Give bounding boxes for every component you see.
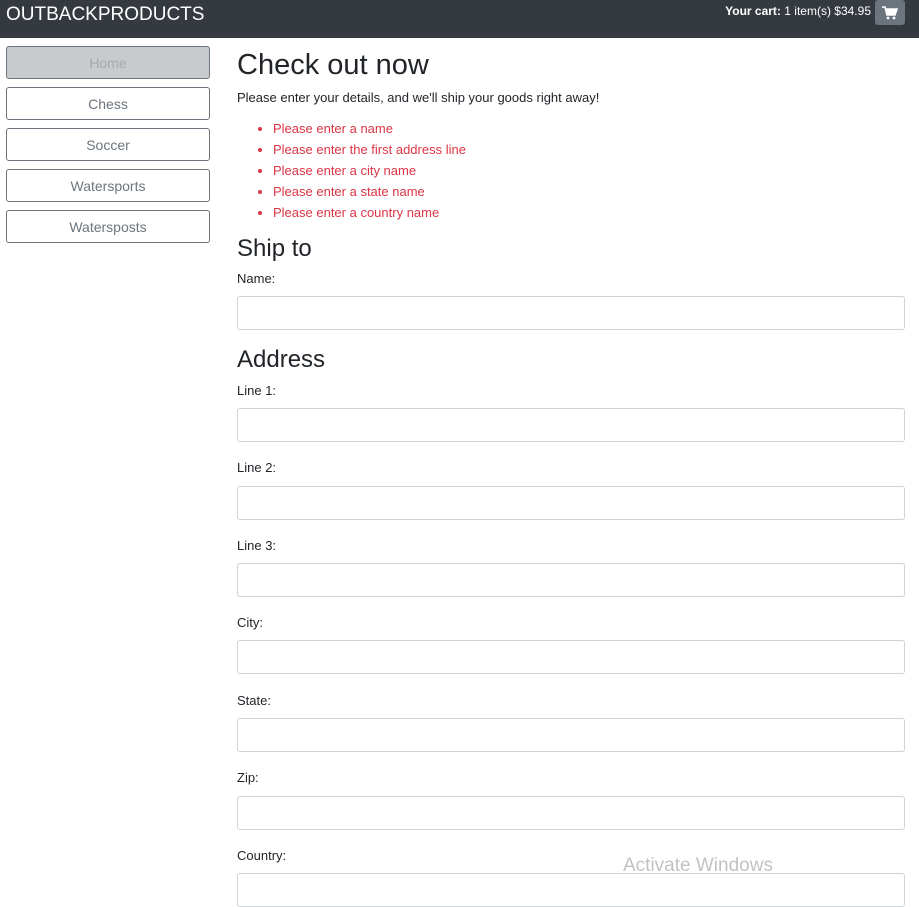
- line2-input[interactable]: [237, 486, 905, 520]
- zip-input[interactable]: [237, 796, 905, 830]
- brand-logo[interactable]: OUTBACKPRODUCTS: [6, 4, 204, 26]
- cart-summary-text: 1 item(s) $34.95: [784, 4, 871, 18]
- validation-error: Please enter the first address line: [273, 139, 905, 160]
- top-navbar: OUTBACKPRODUCTS Your cart: 1 item(s) $34…: [0, 0, 919, 38]
- state-label: State:: [237, 693, 271, 708]
- category-button-watersposts[interactable]: Watersposts: [6, 210, 210, 243]
- category-sidebar: Home Chess Soccer Watersports Waterspost…: [6, 46, 210, 251]
- line3-label: Line 3:: [237, 538, 277, 553]
- ship-to-heading: Ship to: [237, 235, 312, 262]
- city-label: City:: [237, 615, 263, 630]
- line1-input[interactable]: [237, 408, 905, 442]
- validation-error: Please enter a country name: [273, 202, 905, 223]
- country-input[interactable]: [237, 873, 905, 907]
- validation-error: Please enter a name: [273, 118, 905, 139]
- zip-label: Zip:: [237, 770, 259, 785]
- category-button-soccer[interactable]: Soccer: [6, 128, 210, 161]
- page-subtitle: Please enter your details, and we'll shi…: [237, 90, 600, 105]
- name-label: Name:: [237, 271, 276, 286]
- cart-button[interactable]: [875, 0, 905, 25]
- country-label: Country:: [237, 848, 287, 863]
- line1-label: Line 1:: [237, 383, 277, 398]
- shopping-cart-icon: [882, 5, 898, 19]
- activate-windows-watermark: Activate Windows: [623, 855, 773, 876]
- state-input[interactable]: [237, 718, 905, 752]
- category-button-chess[interactable]: Chess: [6, 87, 210, 120]
- line2-label: Line 2:: [237, 460, 277, 475]
- category-button-home[interactable]: Home: [6, 46, 210, 79]
- cart-label: Your cart:: [725, 4, 781, 18]
- cart-summary: Your cart: 1 item(s) $34.95: [725, 4, 871, 18]
- validation-error-list: Please enter a name Please enter the fir…: [237, 118, 905, 223]
- name-input[interactable]: [237, 296, 905, 330]
- category-button-watersports[interactable]: Watersports: [6, 169, 210, 202]
- city-input[interactable]: [237, 640, 905, 674]
- validation-error: Please enter a state name: [273, 181, 905, 202]
- validation-error: Please enter a city name: [273, 160, 905, 181]
- line3-input[interactable]: [237, 563, 905, 597]
- checkout-form: Check out now Please enter your details,…: [237, 46, 905, 907]
- page-title: Check out now: [237, 49, 429, 81]
- address-heading: Address: [237, 346, 326, 373]
